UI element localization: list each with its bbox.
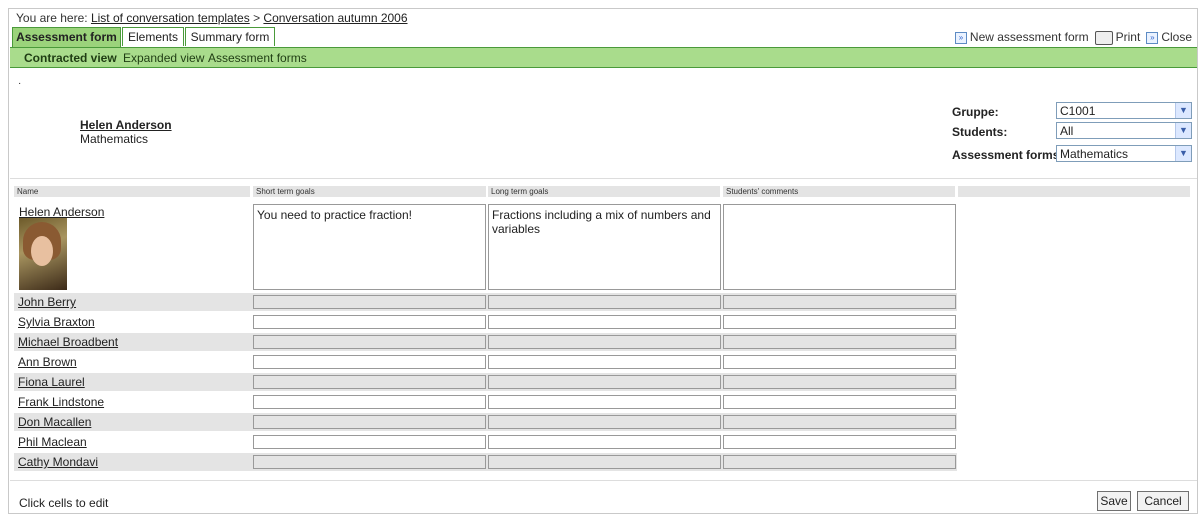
long-goal-cell[interactable] <box>488 395 721 409</box>
tab-summary-form[interactable]: Summary form <box>185 27 275 46</box>
short-goal-cell[interactable] <box>253 435 486 449</box>
contracted-view-link[interactable]: Contracted view <box>24 51 117 65</box>
long-goal-cell[interactable] <box>488 455 721 469</box>
print-link[interactable]: Print <box>1094 30 1140 45</box>
short-goal-cell[interactable] <box>253 335 486 349</box>
table-row: Frank Lindstone <box>14 393 957 411</box>
close-link[interactable]: » Close <box>1146 30 1192 44</box>
students-select[interactable]: All ▼ <box>1056 122 1192 139</box>
comments-cell[interactable] <box>723 295 956 309</box>
student-name[interactable]: Fiona Laurel <box>18 375 85 389</box>
breadcrumb-link-templates[interactable]: List of conversation templates <box>91 11 250 25</box>
student-name[interactable]: John Berry <box>18 295 76 309</box>
student-name[interactable]: Phil Maclean <box>18 435 87 449</box>
long-goal-cell[interactable] <box>488 435 721 449</box>
arrow-box-icon: » <box>954 32 967 45</box>
new-assessment-form-link[interactable]: » New assessment form <box>954 30 1089 45</box>
col-extra-header <box>958 186 1190 197</box>
student-name[interactable]: Ann Brown <box>18 355 77 369</box>
short-goal-cell[interactable] <box>253 355 486 369</box>
breadcrumb-separator: > <box>253 11 261 25</box>
comments-cell[interactable] <box>723 355 956 369</box>
comments-cell[interactable] <box>723 435 956 449</box>
arrow-box-icon: » <box>1146 32 1159 45</box>
student-name[interactable]: Don Macallen <box>18 415 91 429</box>
comments-cell[interactable] <box>723 395 956 409</box>
long-goal-cell[interactable]: Fractions including a mix of numbers and… <box>488 204 721 290</box>
table-row: Sylvia Braxton <box>14 313 957 331</box>
comments-cell[interactable] <box>723 315 956 329</box>
col-comments-header: Students' comments <box>723 186 955 197</box>
chevron-down-icon: ▼ <box>1175 146 1191 161</box>
short-goal-cell[interactable]: You need to practice fraction! <box>253 204 486 290</box>
edit-hint: Click cells to edit <box>19 496 109 510</box>
student-name[interactable]: Sylvia Braxton <box>18 315 95 329</box>
student-name[interactable]: Cathy Mondavi <box>18 455 98 469</box>
student-name[interactable]: Helen Anderson <box>19 205 104 219</box>
long-goal-cell[interactable] <box>488 355 721 369</box>
col-short-header: Short term goals <box>253 186 486 197</box>
divider <box>10 178 1197 179</box>
table-row: John Berry <box>14 293 957 311</box>
breadcrumb-link-conversation[interactable]: Conversation autumn 2006 <box>263 11 407 25</box>
table-row: Cathy Mondavi <box>14 453 957 471</box>
long-goal-cell[interactable] <box>488 295 721 309</box>
short-goal-cell[interactable] <box>253 375 486 389</box>
table-header: Name Short term goals Long term goals St… <box>14 186 1190 197</box>
teacher-name[interactable]: Helen Anderson <box>80 118 172 132</box>
group-select[interactable]: C1001 ▼ <box>1056 102 1192 119</box>
tab-elements[interactable]: Elements <box>122 27 184 46</box>
chevron-down-icon: ▼ <box>1175 123 1191 138</box>
student-name[interactable]: Michael Broadbent <box>18 335 118 349</box>
short-goal-cell[interactable] <box>253 315 486 329</box>
breadcrumb: You are here: List of conversation templ… <box>16 11 408 25</box>
col-name-header: Name <box>14 186 250 197</box>
comments-cell[interactable] <box>723 204 956 290</box>
col-long-header: Long term goals <box>488 186 720 197</box>
table-row: Michael Broadbent <box>14 333 957 351</box>
students-label: Students: <box>952 125 1008 139</box>
long-goal-cell[interactable] <box>488 415 721 429</box>
tab-assessment-form[interactable]: Assessment form <box>12 27 121 48</box>
long-goal-cell[interactable] <box>488 375 721 389</box>
long-goal-cell[interactable] <box>488 315 721 329</box>
view-bar: Contracted view Expanded view Assessment… <box>10 47 1197 68</box>
comments-cell[interactable] <box>723 335 956 349</box>
expanded-view-link[interactable]: Expanded view <box>123 51 204 65</box>
dot-marker: · <box>18 78 22 89</box>
comments-cell[interactable] <box>723 375 956 389</box>
comments-cell[interactable] <box>723 455 956 469</box>
short-goal-cell[interactable] <box>253 295 486 309</box>
student-photo <box>19 218 67 290</box>
forms-label: Assessment forms: <box>952 148 1064 162</box>
top-actions: » New assessment form Print » Close <box>954 30 1192 45</box>
table-row: Fiona Laurel <box>14 373 957 391</box>
chevron-down-icon: ▼ <box>1175 103 1191 118</box>
table-row: Ann Brown <box>14 353 957 371</box>
assessment-forms-link[interactable]: Assessment forms <box>208 51 307 65</box>
cancel-button[interactable]: Cancel <box>1137 491 1189 511</box>
footer-divider <box>10 480 1197 481</box>
comments-cell[interactable] <box>723 415 956 429</box>
forms-select[interactable]: Mathematics ▼ <box>1056 145 1192 162</box>
student-name[interactable]: Frank Lindstone <box>18 395 104 409</box>
short-goal-cell[interactable] <box>253 415 486 429</box>
short-goal-cell[interactable] <box>253 455 486 469</box>
table-row: Phil Maclean <box>14 433 957 451</box>
teacher-subject: Mathematics <box>80 132 149 146</box>
long-goal-cell[interactable] <box>488 335 721 349</box>
printer-icon <box>1094 30 1113 45</box>
table-row: Don Macallen <box>14 413 957 431</box>
breadcrumb-prefix: You are here: <box>16 11 88 25</box>
group-label: Gruppe: <box>952 105 999 119</box>
short-goal-cell[interactable] <box>253 395 486 409</box>
save-button[interactable]: Save <box>1097 491 1131 511</box>
